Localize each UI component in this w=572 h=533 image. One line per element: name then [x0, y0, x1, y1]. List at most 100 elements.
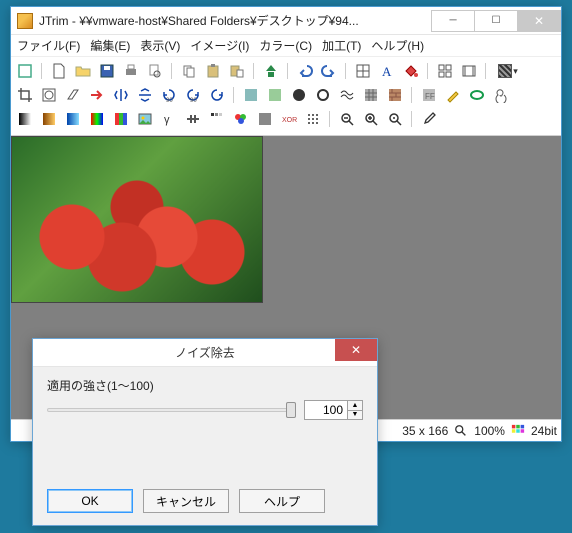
xor-icon[interactable]: XOR — [279, 109, 299, 129]
strength-slider[interactable] — [47, 401, 296, 419]
emboss-icon[interactable]: FF — [419, 85, 439, 105]
menu-edit[interactable]: 編集(E) — [90, 37, 130, 54]
circle-crop-icon[interactable] — [39, 85, 59, 105]
ok-button[interactable]: OK — [47, 489, 133, 513]
rotate-left-icon[interactable]: 90 — [159, 85, 179, 105]
crop-icon[interactable] — [15, 85, 35, 105]
grid2-icon[interactable] — [435, 61, 455, 81]
menu-image[interactable]: イメージ(I) — [190, 37, 249, 54]
new-image-icon[interactable] — [15, 61, 35, 81]
gamma-icon[interactable]: γ — [159, 109, 179, 129]
zoom-in-icon[interactable] — [361, 109, 381, 129]
image-preview — [11, 136, 263, 303]
maximize-button[interactable] — [474, 10, 518, 32]
paste-icon[interactable] — [203, 61, 223, 81]
status-zoom: 100% — [474, 424, 505, 438]
redo-icon[interactable] — [319, 61, 339, 81]
soften-icon[interactable] — [241, 85, 261, 105]
flip-v-icon[interactable] — [135, 85, 155, 105]
status-depth: 24bit — [531, 424, 557, 438]
svg-text:γ: γ — [164, 114, 170, 126]
strength-input[interactable] — [304, 400, 348, 420]
print-icon[interactable] — [121, 61, 141, 81]
zoom-fit-icon[interactable] — [385, 109, 405, 129]
photo-icon[interactable] — [135, 109, 155, 129]
zoom-out-icon[interactable] — [337, 109, 357, 129]
text-icon[interactable]: A — [377, 61, 397, 81]
svg-text:90: 90 — [190, 98, 197, 103]
sharpen-icon[interactable] — [289, 85, 309, 105]
gradient1-icon[interactable] — [15, 109, 35, 129]
separator-icon — [409, 109, 415, 129]
toolbar-row-1: A ▾ — [15, 59, 557, 83]
separator-icon — [409, 85, 415, 105]
svg-text:A: A — [382, 64, 392, 79]
save-icon[interactable] — [97, 61, 117, 81]
separator-icon — [285, 61, 291, 81]
gradient3-icon[interactable] — [63, 109, 83, 129]
acquire-icon[interactable] — [261, 61, 281, 81]
separator-icon — [231, 85, 237, 105]
histogram-icon[interactable] — [207, 109, 227, 129]
block-icon[interactable] — [361, 85, 381, 105]
strength-row: ▲ ▼ — [47, 400, 363, 420]
minimize-button[interactable] — [431, 10, 475, 32]
gray-icon[interactable] — [255, 109, 275, 129]
cancel-button[interactable]: キャンセル — [143, 489, 229, 513]
film-icon[interactable] — [459, 61, 479, 81]
rotate-right-icon[interactable]: 90 — [183, 85, 203, 105]
app-icon — [17, 13, 33, 29]
noise-reduction-dialog: ノイズ除去 適用の強さ(1～100) ▲ ▼ OK キャンセル ヘルプ — [32, 338, 378, 526]
rotate-free-icon[interactable] — [207, 85, 227, 105]
help-button[interactable]: ヘルプ — [239, 489, 325, 513]
separator-icon — [483, 61, 489, 81]
menu-view[interactable]: 表示(V) — [140, 37, 180, 54]
shear-icon[interactable] — [63, 85, 83, 105]
hue-icon[interactable] — [87, 109, 107, 129]
separator-icon — [343, 61, 349, 81]
open-file-icon[interactable] — [73, 61, 93, 81]
spiral-icon[interactable] — [491, 85, 511, 105]
window-title: JTrim - ¥¥vmware-host¥Shared Folders¥デスク… — [39, 12, 432, 29]
rgb-icon[interactable] — [111, 109, 131, 129]
spin-down-button[interactable]: ▼ — [347, 410, 363, 421]
magnifier-icon — [454, 424, 468, 438]
halftone-icon[interactable] — [303, 109, 323, 129]
separator-icon — [327, 109, 333, 129]
dialog-close-button[interactable] — [335, 339, 377, 361]
gauss-icon[interactable] — [265, 85, 285, 105]
dialog-titlebar: ノイズ除去 — [33, 339, 377, 367]
svg-text:XOR: XOR — [282, 117, 297, 124]
eyedropper-icon[interactable] — [419, 109, 439, 129]
toolbar-row-3: γ XOR — [15, 107, 557, 131]
oval-icon[interactable] — [467, 85, 487, 105]
edge-icon[interactable] — [313, 85, 333, 105]
dialog-buttons: OK キャンセル ヘルプ — [33, 479, 377, 525]
close-button[interactable] — [517, 10, 561, 32]
gradient2-icon[interactable] — [39, 109, 59, 129]
copy-icon[interactable] — [179, 61, 199, 81]
new-file-icon[interactable] — [49, 61, 69, 81]
menu-file[interactable]: ファイル(F) — [17, 37, 80, 54]
separator-icon — [169, 61, 175, 81]
preview-icon[interactable] — [145, 61, 165, 81]
menu-help[interactable]: ヘルプ(H) — [371, 37, 424, 54]
status-size: 35 x 166 — [402, 424, 448, 438]
wallpaper-dropdown[interactable]: ▾ — [493, 61, 523, 81]
pencil-icon[interactable] — [443, 85, 463, 105]
undo-icon[interactable] — [295, 61, 315, 81]
equalize-icon[interactable] — [183, 109, 203, 129]
menu-process[interactable]: 加工(T) — [322, 37, 361, 54]
posterize-icon[interactable] — [231, 109, 251, 129]
strength-spinbox: ▲ ▼ — [304, 400, 363, 420]
toolbar-row-2: 90 90 FF — [15, 83, 557, 107]
wave-icon[interactable] — [337, 85, 357, 105]
paste-compose-icon[interactable] — [227, 61, 247, 81]
fill-icon[interactable] — [401, 61, 421, 81]
toolbar-area: A ▾ 90 90 FF — [11, 57, 561, 136]
brick-icon[interactable] — [385, 85, 405, 105]
menu-color[interactable]: カラー(C) — [259, 37, 312, 54]
flip-h-icon[interactable] — [111, 85, 131, 105]
arrow-right-icon[interactable] — [87, 85, 107, 105]
resize-icon[interactable] — [353, 61, 373, 81]
